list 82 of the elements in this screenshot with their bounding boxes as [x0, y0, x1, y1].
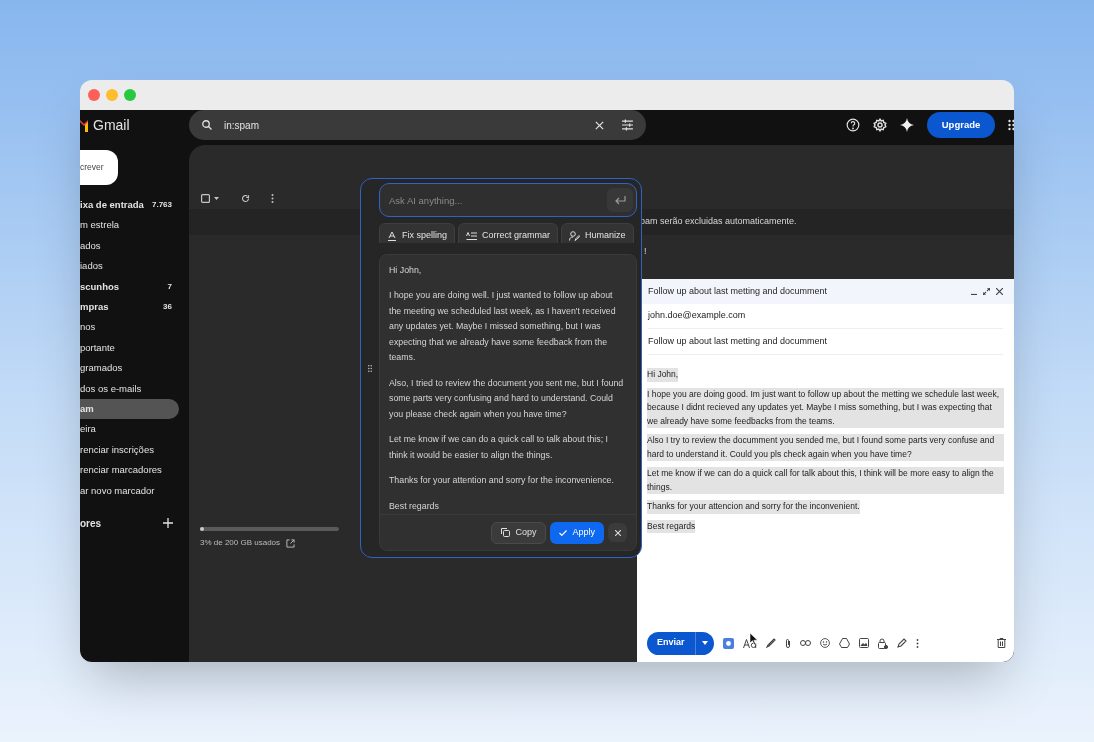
check-icon	[559, 529, 568, 536]
email-body-paragraph: Let me know if we can do a quick call for talk about this, I think will be more easy to align the things.	[647, 467, 1004, 494]
lock-icon[interactable]	[877, 637, 888, 649]
sidebar-item[interactable]: dos os e-mails	[80, 378, 179, 399]
storage-text: 3% de 200 GB usados	[200, 537, 281, 549]
sidebar-item[interactable]: eira	[80, 419, 179, 440]
sidebar-item[interactable]: mpras 36	[80, 296, 179, 318]
copy-button[interactable]: Copy	[491, 521, 547, 544]
ai-result-paragraph: Let me know if we can do a quick call to talk about this; I think it would be easier to align the things.	[389, 433, 610, 462]
ai-action-button[interactable]: Humanize	[561, 223, 634, 243]
email-body-paragraph: Thanks for your attencion and sorry for the inconvenient.	[647, 500, 860, 514]
caret-icon[interactable]	[214, 196, 219, 200]
dropdown-caret-icon[interactable]	[701, 641, 708, 645]
emoji-icon[interactable]	[819, 638, 830, 648]
ai-result-paragraph: Best regards	[389, 499, 440, 513]
link-icon[interactable]	[799, 640, 811, 646]
close-icon	[614, 529, 621, 536]
text-underline-icon	[387, 231, 397, 241]
ai-action-button[interactable]: Fix spelling	[379, 223, 456, 243]
sidebar-item[interactable]: gramados	[80, 358, 179, 379]
ai-result-paragraph: Also, I tried to review the document you sent me, but I found some parts very confusing and hard to understand. Could you please check again when you have time?	[389, 376, 625, 421]
labels-heading: ores	[80, 516, 102, 531]
ai-action-button[interactable]: Correct grammar	[458, 223, 559, 243]
add-icon[interactable]	[163, 518, 173, 529]
ai-result-paragraph: Thanks for your attention and sorry for the inconvenience.	[389, 474, 615, 487]
more-icon[interactable]	[271, 193, 274, 203]
expand-icon[interactable]	[983, 288, 990, 295]
email-body-paragraph: Hi John,	[647, 368, 679, 382]
email-body-paragraph: Best regards	[647, 519, 696, 533]
sidebar-item[interactable]: m estrela	[80, 215, 179, 236]
sidebar-item[interactable]: am	[80, 398, 179, 420]
gmail-logo-icon	[80, 118, 88, 132]
pen-icon[interactable]	[765, 638, 776, 648]
upgrade-button[interactable]: Upgrade	[927, 112, 995, 138]
assistant-icon[interactable]	[722, 637, 734, 649]
open-external-icon[interactable]	[286, 538, 296, 548]
sidebar-item[interactable]: renciar inscrições	[80, 439, 179, 461]
search-icon[interactable]	[201, 119, 213, 131]
sidebar-item[interactable]: ixa de entrada 7.763	[80, 195, 179, 216]
apply-button[interactable]: Apply	[550, 521, 604, 544]
subject-field[interactable]: Follow up about last metting and documment	[648, 334, 828, 349]
sidebar-item[interactable]: ados	[80, 235, 179, 257]
sidebar-item[interactable]: scunhos 7	[80, 276, 179, 297]
sidebar-item[interactable]: iados	[80, 256, 179, 277]
notice-mark: !	[644, 245, 647, 259]
more-icon[interactable]	[915, 638, 919, 648]
ai-result-paragraph: Hi John,	[389, 263, 423, 277]
compose-title: Follow up about last metting and documment	[648, 284, 829, 298]
refresh-icon[interactable]	[241, 193, 250, 203]
mouse-cursor-icon	[750, 633, 758, 645]
sidebar-item[interactable]: nos	[80, 317, 179, 338]
sidebar-item[interactable]: portante	[80, 337, 179, 359]
attach-icon[interactable]	[784, 637, 791, 649]
image-icon[interactable]	[858, 638, 869, 648]
settings-icon[interactable]	[873, 118, 887, 132]
submit-button[interactable]	[607, 188, 633, 212]
person-pen-icon	[569, 231, 581, 241]
clear-icon[interactable]	[594, 119, 605, 131]
copy-icon	[501, 528, 511, 537]
compose-button[interactable]: crever	[80, 150, 118, 185]
filter-sliders-icon[interactable]	[621, 119, 634, 131]
enter-icon	[614, 195, 626, 205]
email-body-paragraph: Also I try to review the documment you sended me, but I found some parts very confuse and hard to understand it. Could you pls check again when you have time?	[647, 434, 1004, 461]
send-button[interactable]: Enviar	[647, 631, 696, 655]
ai-result-paragraph: I hope you are doing well. I just wanted to follow up about the meeting we scheduled last week, as I haven't received any updates yet. Maybe I missed something, but I was expecting that we already have some feedback from the teams.	[389, 289, 617, 364]
sidebar-item[interactable]: ar novo marcador	[80, 480, 179, 501]
email-body-paragraph: I hope you are doing good. Im just want to follow up about the metting we schedule last week, because I didnt recieved any updates yet. Maybe I miss something, but I was expecting that we already have some feedbacks from the teams.	[647, 387, 1004, 428]
close-button[interactable]	[608, 523, 627, 542]
sparkle-icon[interactable]	[900, 118, 914, 132]
apps-grid-icon[interactable]	[1008, 119, 1014, 131]
app-name: Gmail	[93, 115, 130, 135]
close-icon[interactable]	[996, 288, 1003, 295]
text-lines-icon	[466, 231, 478, 241]
pencil-icon[interactable]	[896, 638, 907, 648]
search-field[interactable]: in:spam	[189, 110, 646, 140]
checkbox-icon[interactable]	[201, 193, 210, 203]
recipient-field[interactable]: john.doe@example.com	[648, 309, 746, 323]
trash-icon[interactable]	[997, 638, 1006, 648]
drag-handle-icon[interactable]	[368, 364, 372, 372]
sidebar-item[interactable]: renciar marcadores	[80, 460, 179, 481]
help-icon[interactable]	[846, 118, 860, 132]
ask-ai-field[interactable]: Ask AI anything...	[379, 183, 637, 217]
